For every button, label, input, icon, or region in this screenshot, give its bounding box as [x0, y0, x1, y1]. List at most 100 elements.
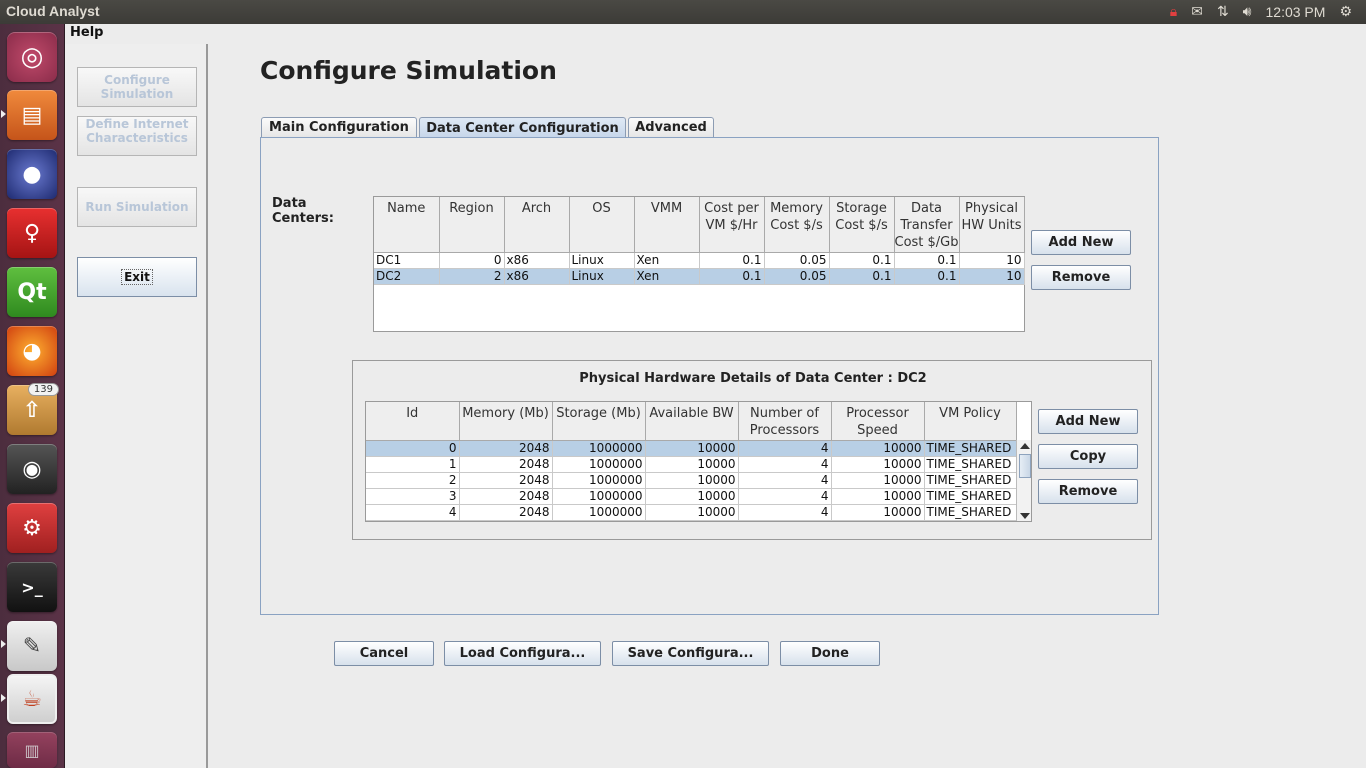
scroll-down-arrow-icon[interactable] — [1020, 513, 1030, 519]
hw-cell[interactable]: TIME_SHARED — [924, 440, 1017, 457]
hw-cell[interactable]: 10000 — [645, 472, 739, 489]
hw-header-2[interactable]: Storage (Mb) — [552, 402, 646, 441]
tab-main-configuration[interactable]: Main Configuration — [261, 117, 417, 137]
hw-remove-button[interactable]: Remove — [1038, 479, 1138, 504]
hardware-table[interactable]: Id Memory (Mb) Storage (Mb) Available BW Num… — [366, 402, 1017, 521]
hw-cell[interactable]: 10000 — [831, 440, 925, 457]
configure-simulation-button[interactable]: Configure Simulation — [77, 67, 197, 107]
dc-header-9[interactable]: Physical HW Units — [959, 197, 1025, 253]
hw-cell[interactable]: 4 — [738, 456, 832, 473]
table-row[interactable]: DC1 0 x86 Linux Xen 0.1 0.05 0.1 0.1 10 — [374, 252, 1025, 269]
dc-cell[interactable]: DC1 — [374, 252, 440, 269]
dc-header-6[interactable]: Memory Cost $/s — [764, 197, 830, 253]
dc-cell[interactable]: 0.1 — [699, 252, 765, 269]
eclipse-icon[interactable]: ● — [7, 149, 57, 199]
hw-cell[interactable]: 3 — [366, 488, 460, 505]
hw-cell[interactable]: 2048 — [459, 488, 553, 505]
software-updater-icon[interactable]: ⇧ 139 — [7, 383, 59, 435]
hw-cell[interactable]: 10000 — [831, 504, 925, 521]
hw-cell[interactable]: 10000 — [831, 456, 925, 473]
scroll-thumb[interactable] — [1019, 454, 1031, 478]
system-settings-icon[interactable]: ⚙ — [7, 503, 57, 553]
hw-cell[interactable]: 2048 — [459, 472, 553, 489]
table-row[interactable]: 1 2048 1000000 10000 4 10000 TIME_SHARED — [366, 456, 1017, 473]
dc-header-0[interactable]: Name — [374, 197, 440, 253]
tab-data-center-configuration[interactable]: Data Center Configuration — [419, 117, 626, 138]
files-icon[interactable]: ▤ — [7, 90, 57, 140]
dc-header-1[interactable]: Region — [439, 197, 505, 253]
dc-cell[interactable]: 10 — [959, 252, 1025, 269]
mail-icon[interactable]: ✉ — [1191, 0, 1203, 24]
hw-cell[interactable]: 2 — [366, 472, 460, 489]
hw-cell[interactable]: 10000 — [645, 440, 739, 457]
dc-header-4[interactable]: VMM — [634, 197, 700, 253]
volume-icon[interactable]: 🔊︎ — [1243, 0, 1252, 24]
dc-add-new-button[interactable]: Add New — [1031, 230, 1131, 255]
data-center-table[interactable]: Name Region Arch OS VMM Cost per VM $/Hr Memor… — [374, 197, 1025, 285]
hw-add-new-button[interactable]: Add New — [1038, 409, 1138, 434]
hw-cell[interactable]: 1000000 — [552, 488, 646, 505]
save-configuration-button[interactable]: Save Configura... — [612, 641, 769, 666]
hw-cell[interactable]: TIME_SHARED — [924, 488, 1017, 505]
dc-header-8[interactable]: Data Transfer Cost $/Gb — [894, 197, 960, 253]
hw-cell[interactable]: 4 — [738, 440, 832, 457]
uml-tool-icon[interactable]: ♀ — [7, 208, 57, 258]
hw-header-1[interactable]: Memory (Mb) — [459, 402, 553, 441]
dc-remove-button[interactable]: Remove — [1031, 265, 1131, 290]
dc-cell[interactable]: x86 — [504, 252, 570, 269]
hw-cell[interactable]: TIME_SHARED — [924, 456, 1017, 473]
hw-cell[interactable]: 10000 — [645, 488, 739, 505]
hw-cell[interactable]: 10000 — [831, 472, 925, 489]
hw-cell[interactable]: 10000 — [645, 456, 739, 473]
hw-cell[interactable]: 10000 — [831, 488, 925, 505]
table-row[interactable]: DC2 2 x86 Linux Xen 0.1 0.05 0.1 0.1 10 — [374, 268, 1025, 285]
hw-cell[interactable]: 0 — [366, 440, 460, 457]
dc-cell[interactable]: 0.1 — [829, 252, 895, 269]
hw-cell[interactable]: 4 — [738, 488, 832, 505]
dc-cell[interactable]: 0.1 — [894, 268, 960, 285]
dc-cell[interactable]: 10 — [959, 268, 1025, 285]
hw-cell[interactable]: 4 — [738, 504, 832, 521]
hw-cell[interactable]: 1000000 — [552, 456, 646, 473]
exit-button[interactable]: Exit — [77, 257, 197, 297]
hw-cell[interactable]: 1 — [366, 456, 460, 473]
dc-cell[interactable]: 2 — [439, 268, 505, 285]
done-button[interactable]: Done — [780, 641, 880, 666]
firefox-icon[interactable]: ◕ — [7, 326, 57, 376]
lock-icon[interactable]: 🔒︎ — [1170, 0, 1177, 24]
hw-header-3[interactable]: Available BW — [645, 402, 739, 441]
hw-cell[interactable]: 2048 — [459, 504, 553, 521]
dc-cell[interactable]: Xen — [634, 268, 700, 285]
ubuntu-dash-icon[interactable]: ◎ — [7, 32, 57, 82]
dc-cell[interactable]: DC2 — [374, 268, 440, 285]
hw-cell[interactable]: TIME_SHARED — [924, 472, 1017, 489]
table-row[interactable]: 3 2048 1000000 10000 4 10000 TIME_SHARED — [366, 488, 1017, 505]
hw-cell[interactable]: 10000 — [645, 504, 739, 521]
dc-cell[interactable]: 0.1 — [829, 268, 895, 285]
hardware-table-scrollbar[interactable] — [1016, 440, 1031, 521]
dc-cell[interactable]: 0.05 — [764, 268, 830, 285]
dc-cell[interactable]: x86 — [504, 268, 570, 285]
hw-cell[interactable]: 1000000 — [552, 504, 646, 521]
network-icon[interactable]: ⇅ — [1217, 0, 1229, 24]
hw-copy-button[interactable]: Copy — [1038, 444, 1138, 469]
hw-cell[interactable]: 4 — [366, 504, 460, 521]
text-editor-icon[interactable]: ✎ — [7, 621, 57, 671]
load-configuration-button[interactable]: Load Configura... — [444, 641, 601, 666]
java-app-icon[interactable]: ☕ — [7, 674, 57, 724]
dc-cell[interactable]: Linux — [569, 268, 635, 285]
table-row[interactable]: 4 2048 1000000 10000 4 10000 TIME_SHARED — [366, 504, 1017, 521]
dc-cell[interactable]: 0.05 — [764, 252, 830, 269]
hw-header-0[interactable]: Id — [366, 402, 460, 441]
hw-header-4[interactable]: Number of Processors — [738, 402, 832, 441]
dc-cell[interactable]: 0.1 — [894, 252, 960, 269]
hw-cell[interactable]: 1000000 — [552, 472, 646, 489]
hw-cell[interactable]: 2048 — [459, 456, 553, 473]
hw-header-6[interactable]: VM Policy — [924, 402, 1017, 441]
dc-header-3[interactable]: OS — [569, 197, 635, 253]
gear-icon[interactable]: ⚙ — [1339, 0, 1352, 24]
dc-cell[interactable]: Linux — [569, 252, 635, 269]
dc-cell[interactable]: Xen — [634, 252, 700, 269]
hw-header-5[interactable]: Processor Speed — [831, 402, 925, 441]
dc-header-5[interactable]: Cost per VM $/Hr — [699, 197, 765, 253]
